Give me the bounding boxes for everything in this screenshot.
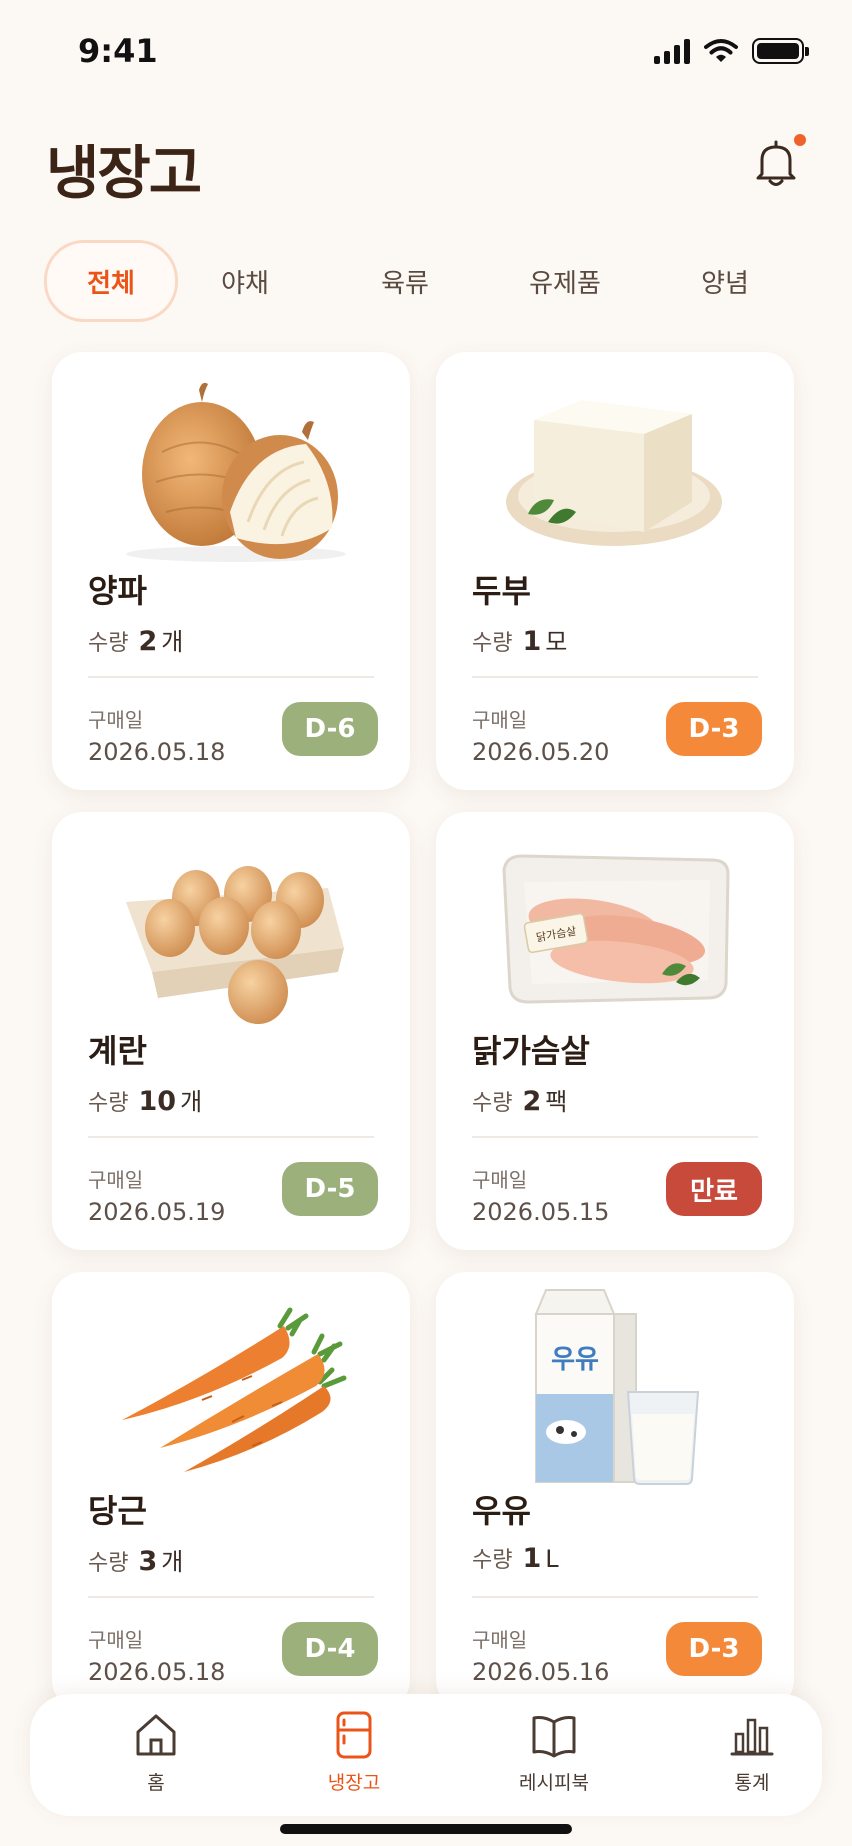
food-name: 양파 (88, 572, 147, 610)
chicken-breast-icon: 닭가슴살 (502, 854, 730, 1004)
quantity-label: 수량 (88, 631, 129, 656)
divider (88, 676, 374, 678)
purchase-date-label: 구매일 (472, 1628, 528, 1652)
food-card[interactable]: 당근 수량 3 개 구매일 2026.05.18 D-4 (52, 1272, 410, 1710)
nav-item-stats[interactable]: 통계 (682, 1710, 822, 1806)
quantity-value: 1 (522, 1543, 542, 1574)
divider (472, 1136, 758, 1138)
notification-bell-icon[interactable] (752, 138, 800, 188)
nav-label: 냉장고 (327, 1772, 381, 1794)
food-name: 두부 (472, 572, 531, 610)
food-quantity: 수량 1 모 (472, 622, 567, 657)
divider (88, 1136, 374, 1138)
purchase-date-label: 구매일 (472, 708, 528, 732)
bar-chart-icon (730, 1718, 774, 1756)
quantity-value: 2 (138, 626, 158, 657)
purchase-date: 2026.05.20 (472, 738, 610, 766)
divider (472, 1596, 758, 1598)
status-icons (654, 38, 809, 64)
bottom-navigation: 홈 냉장고 레시피북 통계 (30, 1694, 822, 1816)
status-bar: 9:41 (0, 0, 852, 100)
quantity-unit: L (545, 1545, 559, 1573)
nav-item-home[interactable]: 홈 (86, 1710, 226, 1806)
quantity-unit: 개 (180, 1088, 203, 1116)
home-indicator (280, 1824, 572, 1834)
food-name: 닭가슴살 (472, 1032, 590, 1070)
nav-item-recipe-book[interactable]: 레시피북 (484, 1710, 624, 1806)
quantity-label: 수량 (88, 1551, 129, 1576)
onion-icon (126, 382, 346, 562)
purchase-date-label: 구매일 (88, 708, 144, 732)
purchase-date: 2026.05.15 (472, 1198, 610, 1226)
expiry-badge: D-3 (666, 702, 762, 756)
home-icon (136, 1714, 176, 1756)
category-tabs: 전체 야채 육류 유제품 양념 (44, 240, 824, 322)
tab-all[interactable]: 전체 (44, 240, 178, 322)
page-title: 냉장고 (46, 139, 202, 207)
expiry-badge: D-3 (666, 1622, 762, 1676)
quantity-label: 수량 (88, 1091, 129, 1116)
eggs-icon (126, 866, 344, 1024)
quantity-value: 3 (138, 1546, 158, 1577)
food-name: 당근 (88, 1492, 147, 1530)
tab-meat[interactable]: 육류 (340, 240, 470, 322)
battery-icon (752, 38, 809, 64)
tofu-icon (506, 400, 722, 546)
food-quantity: 수량 2 팩 (472, 1082, 567, 1117)
purchase-date: 2026.05.18 (88, 1658, 226, 1686)
nav-label: 레시피북 (519, 1772, 589, 1794)
purchase-date-label: 구매일 (88, 1628, 144, 1652)
food-card[interactable]: 계란 수량 10 개 구매일 2026.05.19 D-5 (52, 812, 410, 1250)
milk-icon: 우유 (534, 1289, 700, 1485)
expiry-badge: D-5 (282, 1162, 378, 1216)
wifi-icon (704, 39, 738, 62)
quantity-label: 수량 (472, 1091, 513, 1116)
fridge-icon (336, 1711, 372, 1759)
book-icon (532, 1716, 576, 1758)
food-quantity: 수량 2 개 (88, 622, 183, 657)
food-card[interactable]: 닭가슴살 닭가슴살 수량 2 팩 구매일 2026.05.15 만료 (436, 812, 794, 1250)
food-quantity: 수량 10 개 (88, 1082, 202, 1117)
food-card[interactable]: 양파 수량 2 개 구매일 2026.05.18 D-6 (52, 352, 410, 790)
package-label: 우유 (551, 1345, 599, 1375)
status-time: 9:41 (78, 32, 158, 70)
purchase-date: 2026.05.19 (88, 1198, 226, 1226)
food-card[interactable]: 두부 수량 1 모 구매일 2026.05.20 D-3 (436, 352, 794, 790)
nav-label: 홈 (147, 1772, 165, 1794)
purchase-date: 2026.05.18 (88, 738, 226, 766)
purchase-date-label: 구매일 (88, 1168, 144, 1192)
quantity-label: 수량 (472, 631, 513, 656)
expiry-badge: D-4 (282, 1622, 378, 1676)
purchase-date-label: 구매일 (472, 1168, 528, 1192)
quantity-value: 10 (138, 1086, 177, 1117)
nav-item-fridge[interactable]: 냉장고 (284, 1710, 424, 1806)
divider (472, 676, 758, 678)
food-quantity: 수량 3 개 (88, 1542, 183, 1577)
quantity-label: 수량 (472, 1548, 513, 1573)
nav-label: 통계 (734, 1772, 770, 1794)
quantity-unit: 모 (545, 628, 568, 656)
cellular-signal-icon (654, 38, 690, 64)
tab-vegetables[interactable]: 야채 (180, 240, 310, 322)
quantity-unit: 팩 (545, 1088, 568, 1116)
tab-dairy[interactable]: 유제품 (500, 240, 630, 322)
quantity-unit: 개 (161, 1548, 184, 1576)
purchase-date: 2026.05.16 (472, 1658, 610, 1686)
expiry-badge: D-6 (282, 702, 378, 756)
quantity-value: 1 (522, 626, 542, 657)
divider (88, 1596, 374, 1598)
food-name: 우유 (472, 1492, 531, 1530)
carrot-icon (122, 1307, 347, 1472)
expiry-badge: 만료 (666, 1162, 762, 1216)
tab-seasoning[interactable]: 양념 (660, 240, 790, 322)
food-name: 계란 (88, 1032, 147, 1070)
food-card[interactable]: 우유 우유 수량 1 L 구매일 2026.05.16 D-3 (436, 1272, 794, 1710)
notification-dot (794, 134, 806, 146)
quantity-value: 2 (522, 1086, 542, 1117)
food-quantity: 수량 1 L (472, 1542, 559, 1574)
quantity-unit: 개 (161, 628, 184, 656)
